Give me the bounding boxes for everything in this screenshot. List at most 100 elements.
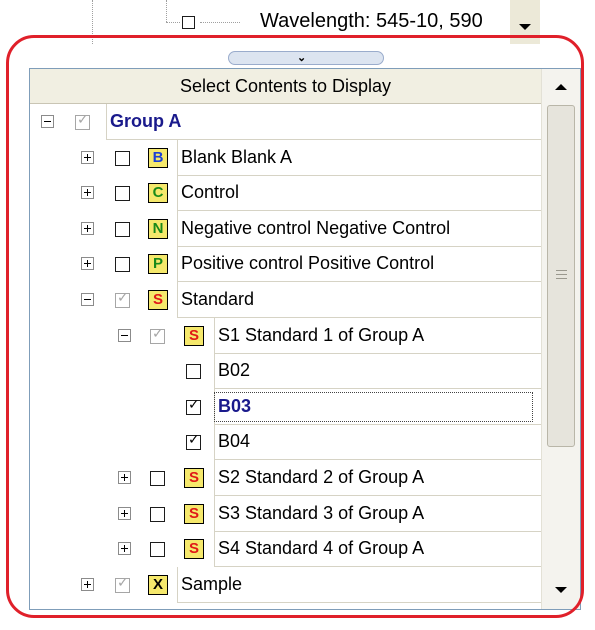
row-cell-border	[214, 353, 541, 390]
row-checkbox[interactable]: ✓	[186, 432, 201, 451]
tree-row[interactable]: S S4 Standard 4 of Group A	[30, 531, 541, 568]
type-badge-icon: S	[184, 539, 204, 560]
tree-row[interactable]: P Positive control Positive Control	[30, 246, 541, 283]
plus-stroke	[87, 224, 88, 232]
tree-row[interactable]: ✓ X Sample	[30, 566, 541, 603]
tree-row[interactable]: ✓ S Standard	[30, 282, 541, 318]
type-badge-icon: N	[148, 218, 168, 239]
plus-stroke	[87, 580, 88, 588]
badge-letter: P	[152, 255, 163, 273]
row-cell-border	[214, 424, 541, 461]
type-badge-icon: B	[148, 147, 168, 168]
previous-tree-fragment: Wavelength: 545-10, 590	[0, 0, 595, 44]
expand-plus-icon[interactable]	[81, 221, 94, 235]
minus-stroke	[44, 121, 51, 122]
badge-letter: C	[152, 184, 164, 202]
expand-plus-icon[interactable]	[118, 542, 131, 556]
tree-row[interactable]: S S2 Standard 2 of Group A	[30, 460, 541, 496]
plus-stroke	[87, 189, 88, 197]
tree-row[interactable]: B02	[30, 353, 541, 390]
badge-letter: X	[152, 575, 163, 593]
tree-row[interactable]: N Negative control Negative Control	[30, 210, 541, 247]
scroll-down-arrow-icon[interactable]	[519, 24, 531, 30]
collapse-minus-icon[interactable]	[41, 115, 54, 128]
checkmark-icon: ✓	[117, 290, 129, 306]
wavelength-checkbox[interactable]	[182, 16, 195, 29]
selection-focus-rect	[214, 391, 533, 422]
type-badge-icon: S	[184, 468, 204, 488]
expand-plus-icon[interactable]	[81, 257, 94, 271]
arrow-down-icon	[555, 587, 567, 593]
tree-row[interactable]: ✓ B04	[30, 424, 541, 461]
row-checkbox[interactable]: ✓	[150, 325, 165, 344]
tree-line	[166, 0, 167, 22]
plus-stroke	[87, 153, 88, 161]
row-checkbox[interactable]	[115, 257, 130, 273]
tree-row-label: Control	[181, 182, 240, 203]
type-badge-icon: S	[184, 503, 204, 524]
row-checkbox[interactable]: ✓	[75, 112, 90, 130]
tree-row-label: Standard	[181, 289, 255, 309]
checkmark-icon: ✓	[188, 432, 200, 449]
tree-row[interactable]: ✓ S S1 Standard 1 of Group A	[30, 317, 541, 354]
tree-row-label: S2 Standard 2 of Group A	[218, 467, 425, 487]
grip-line	[556, 278, 567, 279]
tree-row-label: B03	[218, 395, 252, 416]
tree-line	[92, 0, 93, 44]
expand-plus-icon[interactable]	[81, 186, 94, 200]
chevron-down-icon: ⌄	[297, 52, 307, 64]
plus-stroke	[124, 509, 125, 517]
tree-row[interactable]: S S3 Standard 3 of Group A	[30, 495, 541, 532]
row-checkbox[interactable]	[150, 542, 165, 558]
expand-plus-icon[interactable]	[81, 577, 94, 591]
vertical-scrollbar[interactable]	[541, 69, 580, 609]
tree-line	[200, 22, 240, 23]
tree-row[interactable]: B Blank Blank A	[30, 139, 541, 176]
panel-splitter[interactable]: ⌄	[228, 51, 384, 65]
plus-stroke	[124, 545, 125, 553]
badge-letter: S	[188, 504, 199, 522]
tree-row-label: B02	[218, 360, 251, 381]
tree-row-label: Group A	[110, 111, 182, 131]
badge-letter: S	[188, 540, 199, 558]
grip-line	[556, 274, 567, 275]
tree-row[interactable]: ✓ B03	[30, 388, 541, 425]
collapse-minus-icon[interactable]	[81, 293, 94, 306]
tree-row-label: Positive control Positive Control	[181, 253, 435, 274]
tree-row-label: B04	[218, 431, 251, 452]
panel-header-title: Select Contents to Display	[179, 76, 392, 96]
wavelength-label: Wavelength: 545-10, 590	[260, 10, 483, 32]
type-badge-icon: C	[148, 183, 168, 204]
badge-letter: S	[188, 326, 199, 344]
tree-row-label: S3 Standard 3 of Group A	[218, 502, 425, 523]
expand-plus-icon[interactable]	[118, 471, 131, 484]
badge-letter: S	[152, 291, 163, 308]
row-checkbox[interactable]: ✓	[115, 290, 130, 308]
row-checkbox[interactable]	[150, 471, 165, 486]
row-checkbox[interactable]	[186, 364, 201, 380]
checkmark-icon: ✓	[152, 325, 164, 342]
scroll-down-button[interactable]	[544, 573, 578, 607]
collapse-minus-icon[interactable]	[118, 328, 131, 342]
badge-letter: S	[188, 469, 199, 486]
checkmark-icon: ✓	[77, 112, 89, 128]
scroll-thumb[interactable]	[547, 105, 575, 447]
row-checkbox[interactable]	[115, 221, 130, 237]
tree-row[interactable]: C Control	[30, 175, 541, 212]
tree-row-label: Negative control Negative Control	[181, 217, 451, 238]
tree-row[interactable]: ✓ Group A	[30, 104, 541, 140]
expand-plus-icon[interactable]	[118, 506, 131, 520]
expand-plus-icon[interactable]	[81, 150, 94, 164]
row-checkbox[interactable]: ✓	[115, 575, 130, 593]
grip-line	[556, 270, 567, 271]
type-badge-icon: S	[184, 325, 204, 346]
row-checkbox[interactable]: ✓	[186, 397, 201, 415]
row-checkbox[interactable]	[150, 506, 165, 522]
row-checkbox[interactable]	[115, 186, 130, 202]
type-badge-icon: X	[148, 574, 168, 595]
scroll-up-button[interactable]	[544, 71, 578, 105]
badge-letter: N	[152, 219, 164, 237]
tree-row-label: S4 Standard 4 of Group A	[218, 538, 425, 559]
row-checkbox[interactable]	[115, 150, 130, 166]
top-scrollbar[interactable]	[510, 0, 540, 44]
